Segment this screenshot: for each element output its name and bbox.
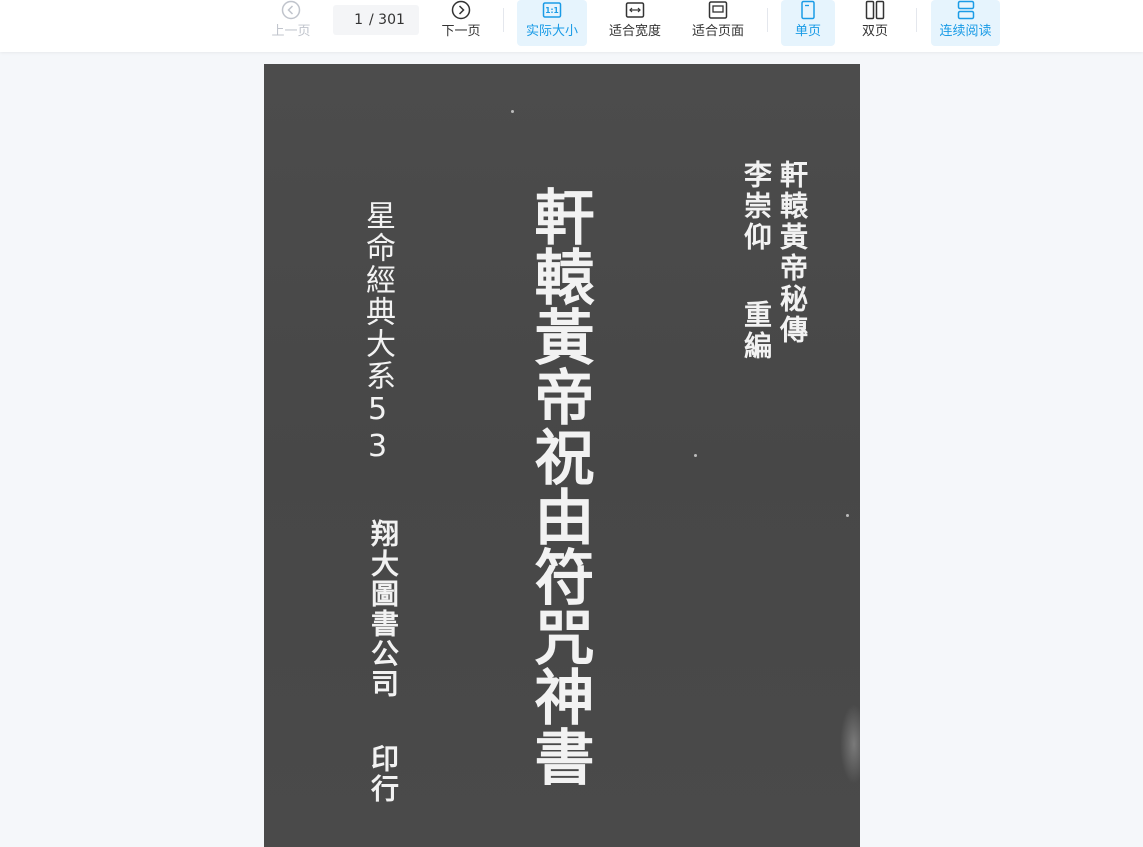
single-page-icon [801,0,815,20]
double-page-button[interactable]: 双页 [848,0,902,46]
cover-series: 星命經典大系53 [360,200,395,466]
cover-title: 軒轅黃帝祝由符咒神書 [524,186,594,786]
cover-author-role: 重編 [740,300,773,362]
page-number-input[interactable] [333,12,363,28]
single-page-button[interactable]: 单页 [781,0,835,46]
double-page-label: 双页 [861,24,888,39]
book-cover-page: 軒轅黃帝秘傳 李崇仰 重編 軒轅黃帝祝由符咒神書 星命經典大系53 翔大圖書公司… [264,64,860,847]
toolbar-divider [503,8,504,32]
next-page-button[interactable]: 下一页 [436,0,486,46]
fit-width-label: 适合宽度 [608,24,661,39]
fit-page-icon [708,1,728,19]
toolbar-divider [916,8,917,32]
total-pages: / 301 [369,12,405,28]
single-page-label: 单页 [794,24,821,39]
scan-speck [846,514,849,517]
prev-page-button[interactable]: 上一页 [266,0,316,46]
scan-speck [511,110,514,113]
page-indicator: / 301 [333,5,419,35]
svg-text:1:1: 1:1 [545,6,558,15]
scan-speck [694,454,697,457]
scan-edge-shadow [840,704,860,784]
reader-toolbar: 上一页 / 301 下一页 1:1 实际大小 适合宽度 [0,0,1143,52]
cover-subtitle: 軒轅黃帝秘傳 [776,160,809,346]
next-page-label: 下一页 [441,24,481,39]
document-viewer[interactable]: 軒轅黃帝秘傳 李崇仰 重編 軒轅黃帝祝由符咒神書 星命經典大系53 翔大圖書公司… [0,52,1143,847]
actual-size-icon: 1:1 [542,2,562,18]
continuous-reading-label: 连续阅读 [939,24,992,39]
fit-page-button[interactable]: 适合页面 [686,0,750,46]
toolbar-divider [767,8,768,32]
chevron-left-circle-icon [281,0,301,20]
actual-size-label: 实际大小 [525,24,578,39]
fit-width-icon [625,2,645,18]
actual-size-button[interactable]: 1:1 实际大小 [517,0,587,46]
cover-print-note: 印行 [367,744,400,804]
continuous-reading-button[interactable]: 连续阅读 [931,0,1000,46]
continuous-scroll-icon [957,0,974,20]
double-page-icon [865,0,885,20]
fit-page-label: 适合页面 [691,24,744,39]
prev-page-label: 上一页 [271,24,311,39]
cover-author: 李崇仰 [740,160,773,253]
fit-width-button[interactable]: 适合宽度 [603,0,667,46]
chevron-right-circle-icon [451,0,471,20]
cover-publisher: 翔大圖書公司 [367,519,400,699]
